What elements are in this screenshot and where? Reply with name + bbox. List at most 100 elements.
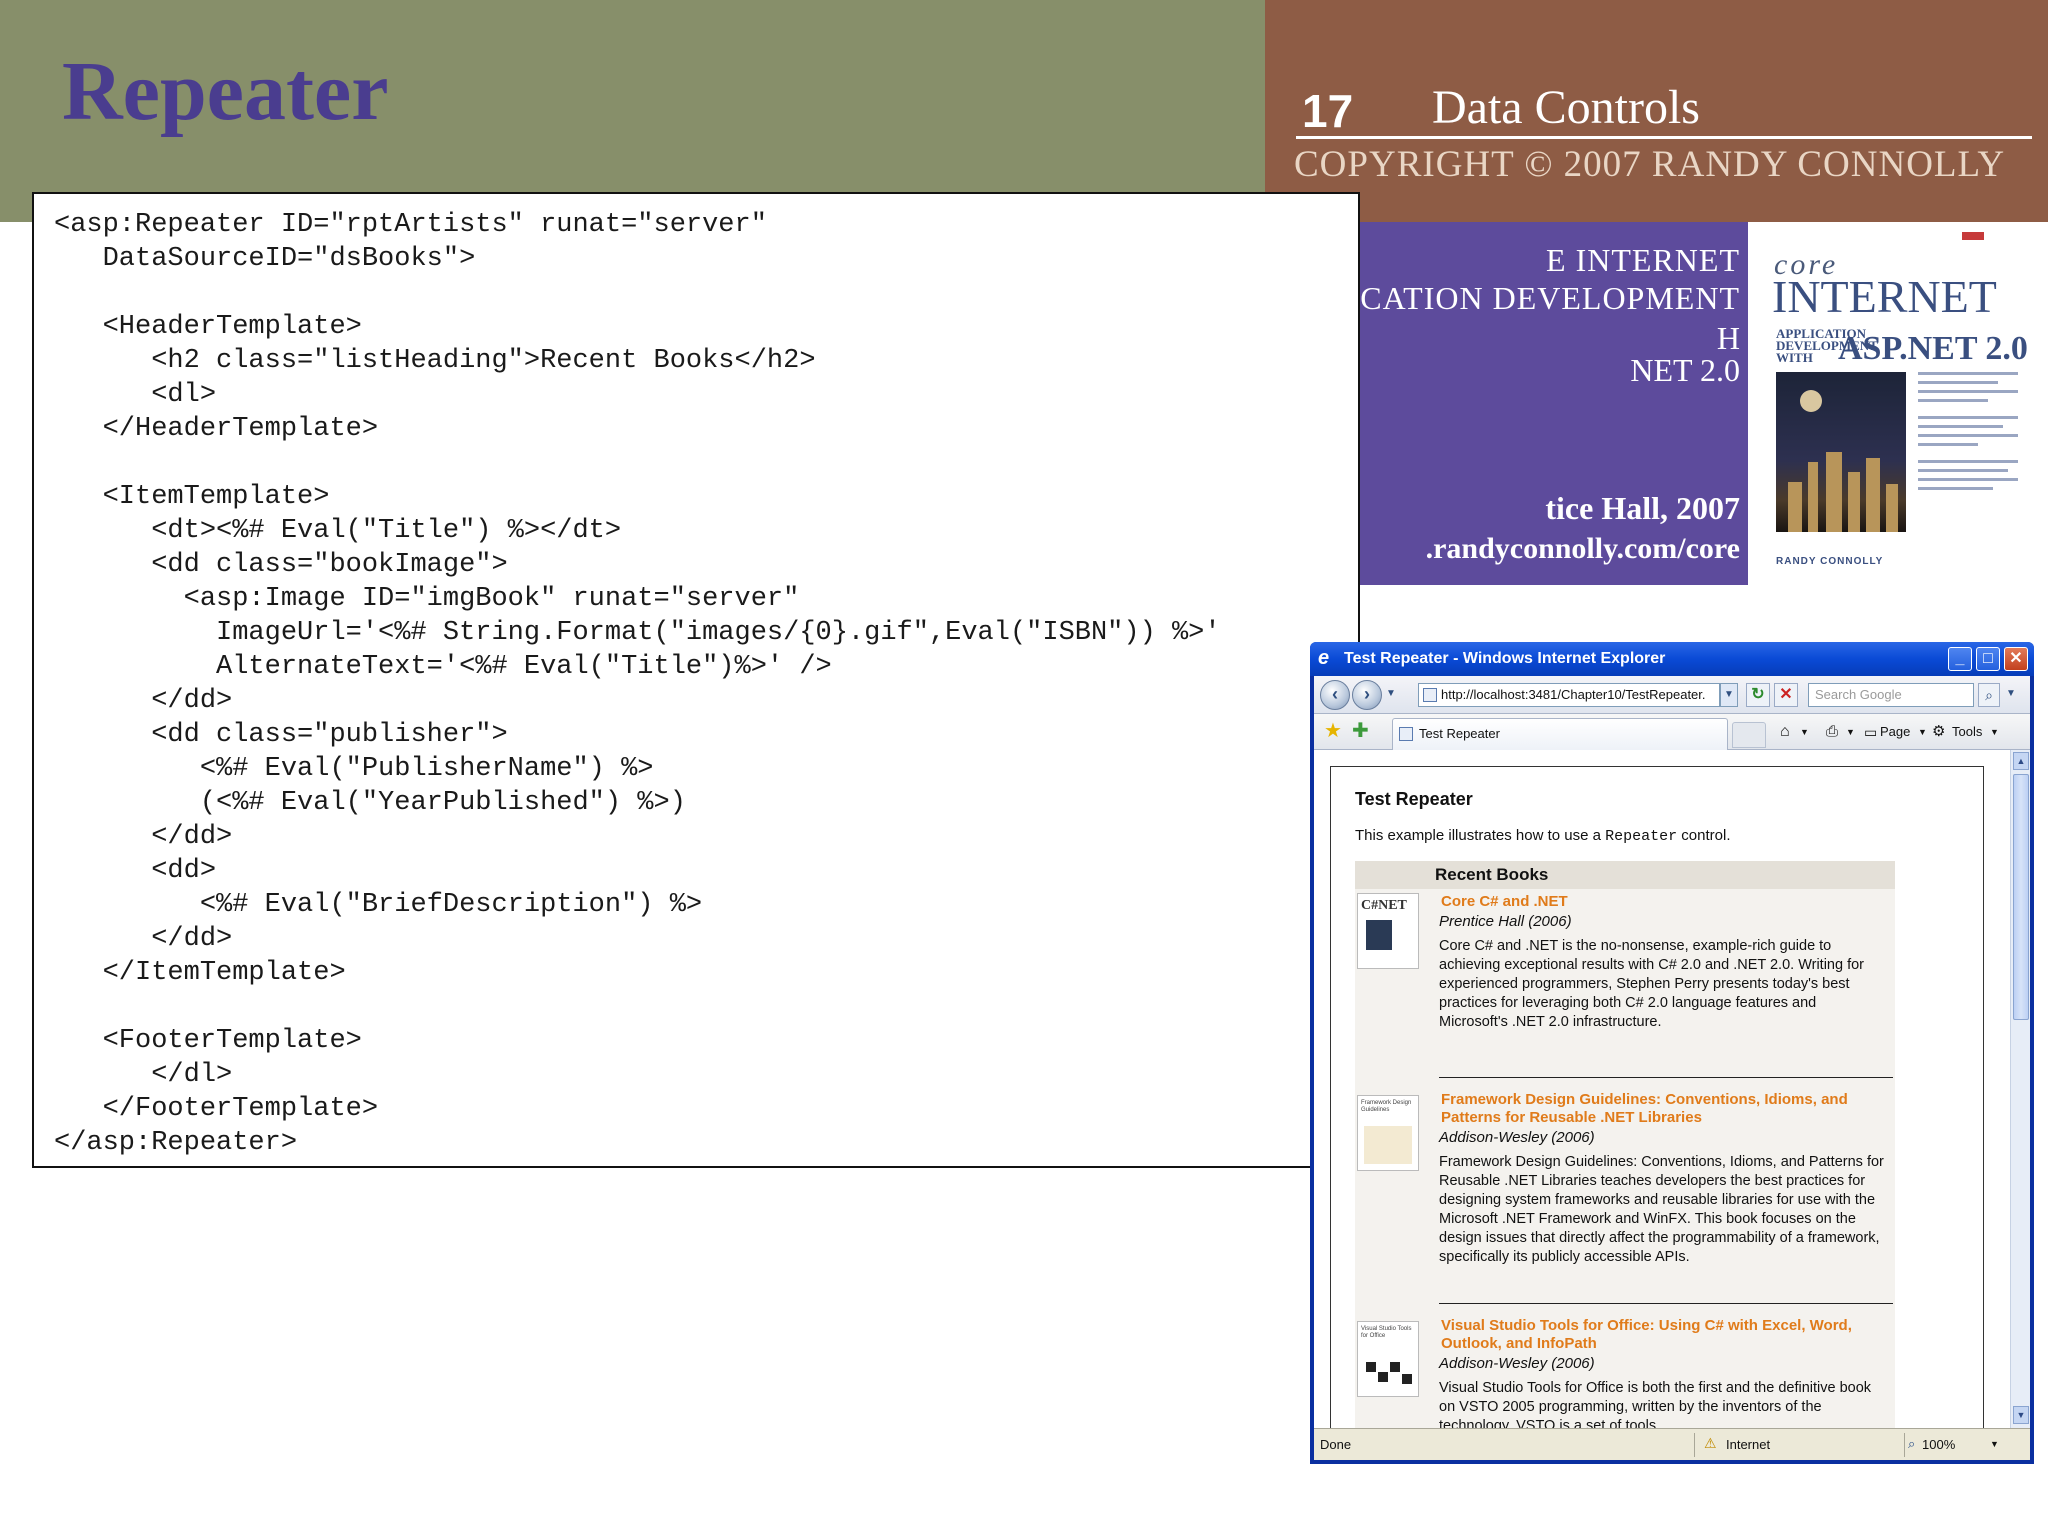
- forward-button[interactable]: ›: [1352, 680, 1382, 710]
- thumbnail-label: C#NET: [1361, 898, 1407, 913]
- back-button[interactable]: ‹: [1320, 680, 1350, 710]
- browser-navbar: ‹ › ▼ http://localhost:3481/Chapter10/Te…: [1314, 676, 2030, 714]
- gear-icon[interactable]: ⚙: [1932, 723, 1945, 741]
- cover-building: [1788, 482, 1802, 532]
- address-bar[interactable]: http://localhost:3481/Chapter10/TestRepe…: [1418, 683, 1720, 707]
- book-title[interactable]: Visual Studio Tools for Office: Using C#…: [1441, 1317, 1891, 1353]
- zoom-dropdown-icon[interactable]: ▼: [1990, 1439, 1999, 1449]
- item-divider: [1439, 1303, 1893, 1304]
- address-dropdown-icon[interactable]: ▼: [1720, 683, 1738, 707]
- code-line: ImageUrl='<%# String.Format("images/{0}.…: [54, 618, 1221, 648]
- code-line: </dd>: [54, 822, 233, 852]
- refresh-button[interactable]: ↻: [1746, 683, 1770, 707]
- code-line: ​: [54, 276, 1221, 310]
- code-line: <%# Eval("PublisherName") %>: [54, 754, 654, 784]
- code-listing: <asp:Repeater ID="rptArtists" runat="ser…: [32, 192, 1360, 1168]
- book-description: Framework Design Guidelines: Conventions…: [1439, 1154, 1884, 1265]
- banner-line: E INTERNET: [1546, 242, 1740, 278]
- home-dropdown-icon[interactable]: ▼: [1800, 723, 1809, 741]
- tab-test-repeater[interactable]: Test Repeater: [1392, 718, 1728, 750]
- intro-text: This example illustrates how to use a: [1355, 827, 1606, 844]
- home-icon[interactable]: ⌂: [1780, 723, 1790, 741]
- scroll-up-icon[interactable]: ▲: [2013, 752, 2029, 770]
- page-intro: This example illustrates how to use a Re…: [1355, 827, 1731, 845]
- scroll-thumb[interactable]: [2013, 774, 2029, 1020]
- page-menu-button[interactable]: Page: [1880, 723, 1910, 741]
- intro-text: control.: [1677, 827, 1731, 844]
- book-publisher: Addison-Wesley (2006): [1439, 1355, 1595, 1372]
- cover-author: RANDY CONNOLLY: [1776, 556, 1884, 567]
- code-line: </dd>: [54, 686, 233, 716]
- cover-building: [1886, 484, 1898, 532]
- thumbnail-art: [1402, 1374, 1412, 1384]
- list-item: Visual Studio Tools for Office Visual St…: [1355, 1311, 1895, 1428]
- page-content: Test Repeater This example illustrates h…: [1314, 750, 2010, 1428]
- minimize-button[interactable]: _: [1948, 647, 1972, 671]
- cover-building: [1866, 458, 1880, 532]
- code-line: <asp:Repeater ID="rptArtists" runat="ser…: [54, 210, 767, 240]
- code-line: </ItemTemplate>: [54, 958, 346, 988]
- vertical-scrollbar[interactable]: ▲ ▼: [2010, 750, 2030, 1428]
- zoom-level[interactable]: 100%: [1922, 1437, 1955, 1452]
- add-favorite-icon[interactable]: ✚: [1352, 720, 1369, 742]
- scroll-down-icon[interactable]: ▼: [2013, 1406, 2029, 1424]
- code-line: <dd>: [54, 856, 217, 886]
- code-line: <HeaderTemplate>: [54, 312, 362, 342]
- tools-dropdown-icon[interactable]: ▼: [1990, 723, 1999, 741]
- code-line: ​: [54, 446, 1221, 480]
- book-description: Core C# and .NET is the no-nonsense, exa…: [1439, 938, 1865, 1030]
- page-frame: Test Repeater This example illustrates h…: [1330, 766, 1984, 1428]
- cover-title: INTERNET: [1772, 271, 1997, 322]
- book-title[interactable]: Core C# and .NET: [1441, 893, 1891, 911]
- banner-line: NET 2.0: [1630, 352, 1740, 388]
- code-line: </HeaderTemplate>: [54, 414, 379, 444]
- search-dropdown-icon[interactable]: ▼: [2002, 683, 2020, 707]
- search-icon[interactable]: ⌕: [1978, 683, 2000, 707]
- page-dropdown-icon[interactable]: ▼: [1918, 723, 1927, 741]
- thumbnail-art: [1364, 1126, 1412, 1164]
- book-publisher: Prentice Hall (2006): [1439, 913, 1572, 930]
- print-dropdown-icon[interactable]: ▼: [1846, 723, 1855, 741]
- code-line: <dd class="bookImage">: [54, 550, 508, 580]
- maximize-button[interactable]: □: [1976, 647, 2000, 671]
- print-icon[interactable]: ⎙: [1826, 723, 1838, 741]
- slide-title: Repeater: [62, 45, 389, 138]
- tab-label: Test Repeater: [1419, 726, 1500, 741]
- code-line: </FooterTemplate>: [54, 1094, 379, 1124]
- page-icon: [1423, 688, 1437, 702]
- code-line: <dd class="publisher">: [54, 720, 508, 750]
- stop-button[interactable]: ✕: [1774, 683, 1798, 707]
- tools-menu-button[interactable]: Tools: [1952, 723, 1982, 741]
- new-tab-button[interactable]: [1732, 722, 1766, 748]
- book-thumbnail: C#NET: [1357, 893, 1419, 969]
- intro-code: Repeater: [1605, 828, 1678, 845]
- browser-title: Test Repeater - Windows Internet Explore…: [1344, 650, 1666, 667]
- zoom-icon[interactable]: ⌕: [1908, 1436, 1915, 1452]
- favorites-star-icon[interactable]: ★: [1324, 720, 1342, 742]
- status-divider: [1904, 1433, 1905, 1457]
- security-zone: Internet: [1726, 1437, 1771, 1452]
- status-text: Done: [1320, 1437, 1352, 1452]
- browser-body: ‹ › ▼ http://localhost:3481/Chapter10/Te…: [1314, 676, 2030, 1460]
- browser-window: e Test Repeater - Windows Internet Explo…: [1310, 642, 2034, 1464]
- page-menu-icon[interactable]: ▭: [1864, 723, 1877, 741]
- list-heading-bar: Recent Books: [1355, 861, 1895, 889]
- chapter-title: Data Controls: [1432, 81, 1700, 134]
- search-input[interactable]: Search Google: [1808, 683, 1974, 707]
- thumbnail-art: [1366, 1362, 1376, 1372]
- page-heading: Test Repeater: [1355, 789, 1473, 809]
- ie-logo-icon: e: [1318, 647, 1330, 669]
- code-line: </dd>: [54, 924, 233, 954]
- book-title[interactable]: Framework Design Guidelines: Conventions…: [1441, 1091, 1891, 1127]
- browser-titlebar[interactable]: e Test Repeater - Windows Internet Explo…: [1310, 642, 2034, 676]
- book-banner: E INTERNET ICATION DEVELOPMENT H NET 2.0…: [1356, 222, 1748, 585]
- status-divider: [1694, 1433, 1695, 1457]
- list-item: Framework Design Guidelines Framework De…: [1355, 1085, 1895, 1311]
- book-thumbnail: Framework Design Guidelines: [1357, 1095, 1419, 1171]
- code-line: <dt><%# Eval("Title") %></dt>: [54, 516, 622, 546]
- close-button[interactable]: ✕: [2004, 647, 2028, 671]
- status-bar: Done ⚠ Internet ⌕ 100% ▼: [1314, 1428, 2030, 1460]
- code-line: </asp:Repeater>: [54, 1128, 298, 1158]
- code-line: <FooterTemplate>: [54, 1026, 362, 1056]
- history-dropdown-icon[interactable]: ▼: [1386, 688, 1396, 699]
